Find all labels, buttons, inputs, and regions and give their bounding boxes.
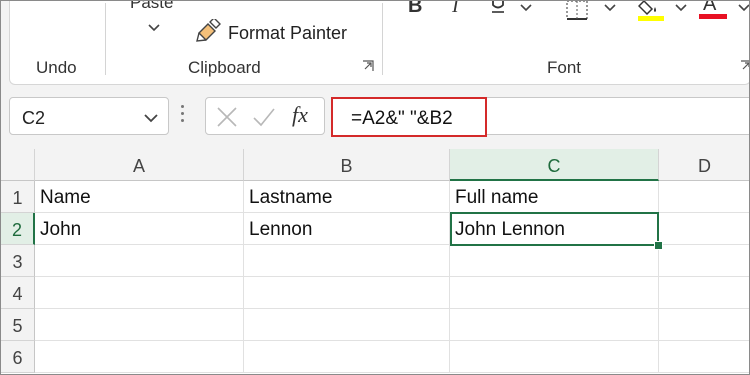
format-painter-label: Format Painter (228, 23, 348, 43)
row-header-1[interactable]: 1 (1, 181, 35, 213)
group-label-undo: Undo (36, 58, 77, 77)
insert-function-button[interactable]: fx (292, 102, 308, 128)
clipboard-dialog-launcher-icon[interactable] (362, 59, 374, 71)
cell-a3[interactable] (35, 245, 244, 277)
cell-d4[interactable] (659, 277, 749, 309)
cell-d6[interactable] (659, 341, 749, 373)
column-header-a[interactable]: A (35, 149, 244, 181)
cell-b6[interactable] (244, 341, 450, 373)
cell-a4[interactable] (35, 277, 244, 309)
column-header-c[interactable]: C (450, 149, 659, 181)
enter-check-icon[interactable] (252, 106, 276, 133)
column-header-d[interactable]: D (659, 149, 749, 181)
formula-input-area[interactable] (487, 97, 749, 135)
cell-a2[interactable]: John (35, 213, 244, 245)
row-header-2[interactable]: 2 (1, 213, 35, 245)
cell-a5[interactable] (35, 309, 244, 341)
font-color-label: A (703, 0, 717, 15)
name-box[interactable]: C2 (9, 97, 169, 135)
paste-button[interactable]: Paste (130, 1, 173, 13)
formula-input[interactable]: =A2&" "&B2 (331, 97, 487, 137)
fill-color-icon[interactable] (637, 1, 664, 29)
cell-c3[interactable] (450, 245, 659, 277)
row-header-4[interactable]: 4 (1, 277, 35, 309)
bold-button[interactable]: B (408, 1, 422, 18)
cell-d1[interactable] (659, 181, 749, 213)
cell-c2[interactable]: John Lennon (450, 213, 659, 245)
underline-button[interactable] (490, 1, 506, 21)
row-header-6[interactable]: 6 (1, 341, 35, 373)
fill-handle[interactable] (654, 241, 663, 250)
group-label-clipboard: Clipboard (188, 58, 261, 77)
font-color-button[interactable]: A (699, 0, 727, 19)
chevron-down-icon[interactable] (144, 107, 158, 128)
cell-b5[interactable] (244, 309, 450, 341)
row-header-3[interactable]: 3 (1, 245, 35, 277)
borders-dropdown-icon[interactable] (604, 1, 616, 18)
ribbon-separator (382, 3, 383, 75)
cell-d5[interactable] (659, 309, 749, 341)
cell-b2[interactable]: Lennon (244, 213, 450, 245)
worksheet-grid: A B C D 1 2 3 4 5 6 Name Lastname Full n… (1, 149, 749, 374)
italic-button[interactable]: I (452, 1, 459, 18)
cell-c4[interactable] (450, 277, 659, 309)
group-label-font: Font (547, 58, 582, 77)
underline-dropdown-icon[interactable] (520, 1, 532, 18)
cell-b1[interactable]: Lastname (244, 181, 450, 213)
row-header-5[interactable]: 5 (1, 309, 35, 341)
borders-icon[interactable] (565, 1, 589, 27)
formula-bar: C2 fx =A2&" "&B2 (1, 85, 749, 149)
ribbon: Paste Format Painter Undo Clipboard B I (9, 0, 749, 85)
fill-color-dropdown-icon[interactable] (675, 1, 687, 18)
cell-a6[interactable] (35, 341, 244, 373)
ribbon-separator (105, 3, 106, 75)
cell-c5[interactable] (450, 309, 659, 341)
cell-a1[interactable]: Name (35, 181, 244, 213)
font-dialog-launcher-icon[interactable] (740, 59, 749, 71)
cell-d2[interactable] (659, 213, 749, 245)
cell-c6[interactable] (450, 341, 659, 373)
cell-d3[interactable] (659, 245, 749, 277)
column-header-b[interactable]: B (244, 149, 450, 181)
paste-dropdown-icon[interactable] (148, 21, 160, 35)
cancel-icon[interactable] (216, 106, 238, 133)
cell-b3[interactable] (244, 245, 450, 277)
format-painter-button[interactable]: Format Painter (196, 17, 348, 48)
drag-handle-icon[interactable] (181, 105, 184, 122)
select-all-corner[interactable] (1, 149, 35, 181)
cell-c1[interactable]: Full name (450, 181, 659, 213)
format-painter-icon (196, 17, 222, 48)
formula-buttons: fx (205, 97, 325, 135)
font-color-dropdown-icon[interactable] (738, 1, 749, 18)
excel-window: Paste Format Painter Undo Clipboard B I (0, 0, 750, 375)
cell-b4[interactable] (244, 277, 450, 309)
name-box-value: C2 (22, 108, 46, 128)
